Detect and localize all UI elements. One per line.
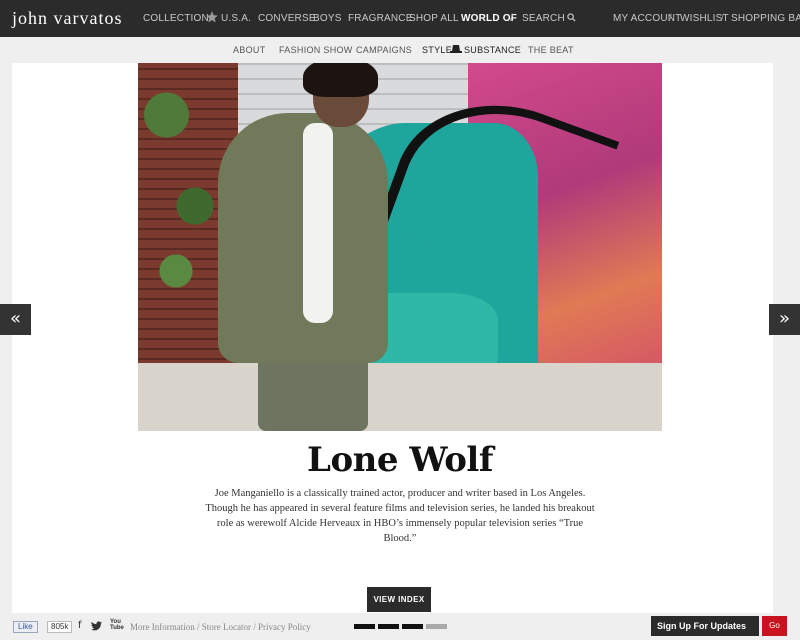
- nav-separator: /: [721, 13, 724, 24]
- nav-boys[interactable]: BOYS: [313, 13, 342, 24]
- nav-converse[interactable]: CONVERSE: [258, 13, 316, 24]
- nav-shopping-bag[interactable]: SHOPPING BAG: [731, 13, 800, 24]
- subnav-campaigns[interactable]: CAMPAIGNS: [356, 45, 412, 55]
- nav-search[interactable]: SEARCH: [522, 13, 576, 24]
- nav-shop-all[interactable]: SHOP ALL: [409, 13, 459, 24]
- facebook-icon[interactable]: f: [78, 620, 82, 631]
- nav-collection[interactable]: COLLECTION: [143, 13, 209, 24]
- pager-dot[interactable]: [378, 624, 399, 629]
- pager-dot[interactable]: [426, 624, 447, 629]
- star-icon: [206, 11, 218, 23]
- pager-dot[interactable]: [354, 624, 375, 629]
- search-icon: [567, 13, 576, 22]
- brand-logo[interactable]: john varvatos: [12, 8, 122, 29]
- signup-go-button[interactable]: Go: [762, 616, 787, 636]
- nav-usa[interactable]: U.S.A.: [221, 13, 251, 24]
- previous-arrow-button[interactable]: «: [0, 304, 31, 335]
- view-index-button[interactable]: VIEW INDEX: [367, 587, 431, 612]
- article-title: Lone Wolf: [307, 440, 493, 480]
- hat-icon: [450, 45, 462, 53]
- next-arrow-button[interactable]: »: [769, 304, 800, 335]
- signup-updates-input[interactable]: Sign Up For Updates: [651, 616, 759, 636]
- nav-separator: /: [669, 13, 672, 24]
- nav-world-of[interactable]: WORLD OF: [461, 13, 517, 24]
- twitter-icon[interactable]: [91, 621, 102, 631]
- subnav-the-beat[interactable]: THE BEAT: [528, 45, 574, 55]
- youtube-icon[interactable]: You Tube: [110, 619, 124, 631]
- subnav-about[interactable]: ABOUT: [233, 45, 266, 55]
- footer-links[interactable]: More Information / Store Locator / Priva…: [130, 622, 311, 632]
- subnav-fashion-show[interactable]: FASHION SHOW: [279, 45, 353, 55]
- subnav-substance[interactable]: SUBSTANCE: [464, 45, 521, 55]
- nav-separator: /: [510, 13, 513, 24]
- article-body: Joe Manganiello is a classically trained…: [205, 488, 595, 544]
- facebook-like-count: 805k: [47, 621, 73, 633]
- nav-fragrance[interactable]: FRAGRANCE: [348, 13, 413, 24]
- facebook-like-button[interactable]: Like: [13, 621, 38, 633]
- nav-search-label: SEARCH: [522, 13, 565, 24]
- subnav-style[interactable]: STYLE: [422, 45, 452, 55]
- pager-dot[interactable]: [402, 624, 423, 629]
- hero-image: [138, 63, 662, 431]
